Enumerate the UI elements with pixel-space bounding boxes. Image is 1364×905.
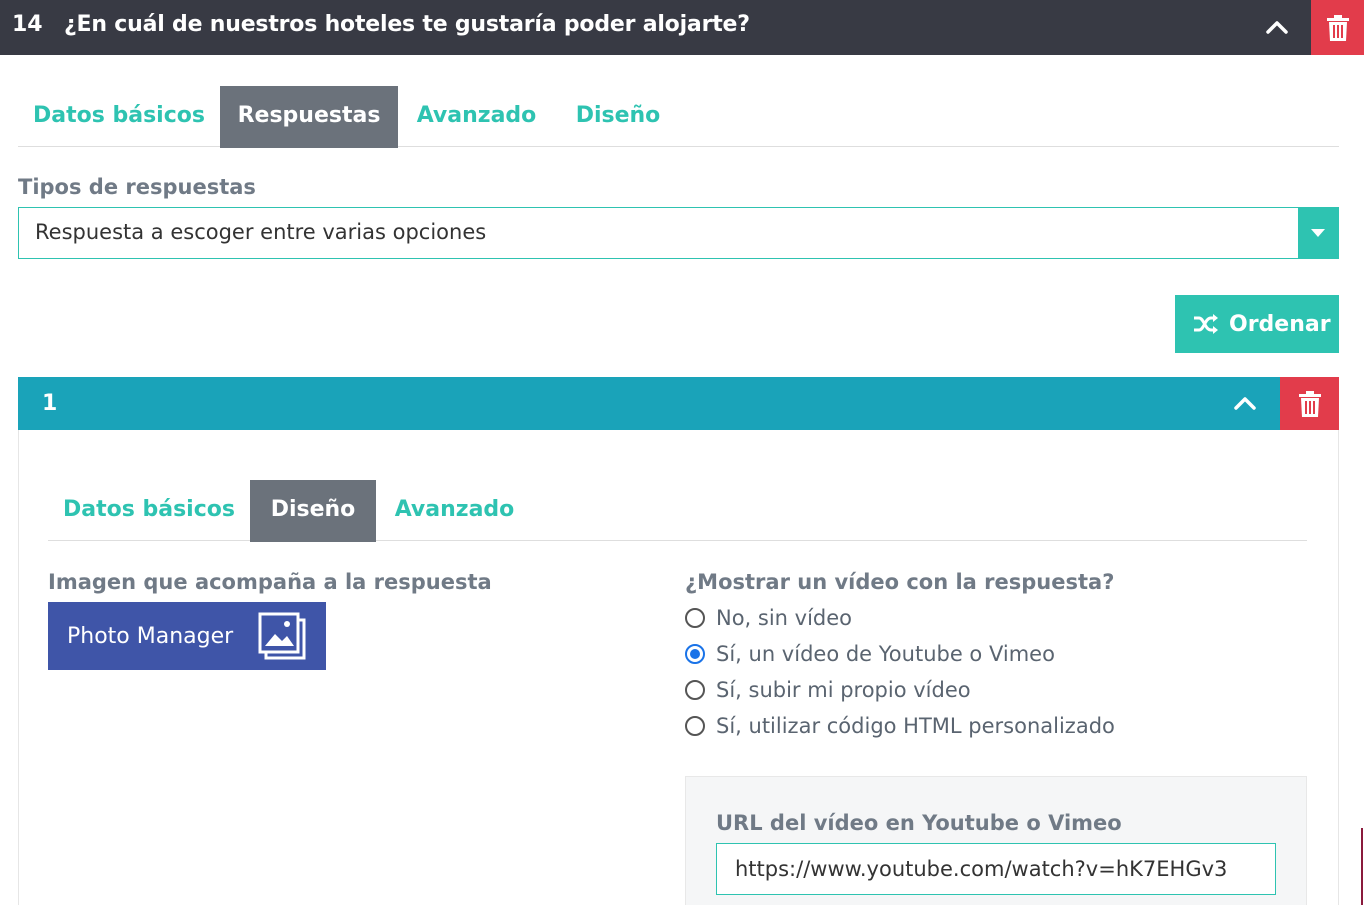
- chevron-up-icon[interactable]: [1230, 388, 1260, 418]
- video-option-label: Sí, subir mi propio vídeo: [716, 678, 971, 702]
- answer-type-value: Respuesta a escoger entre varias opcione…: [35, 220, 487, 244]
- caret-down-icon: [1311, 229, 1325, 237]
- tab-avanzado[interactable]: Avanzado: [398, 86, 555, 148]
- sort-button-label: Ordenar: [1229, 311, 1331, 337]
- images-icon: [258, 612, 306, 660]
- video-url-input[interactable]: [716, 843, 1276, 895]
- video-option-label: Sí, un vídeo de Youtube o Vimeo: [716, 642, 1055, 666]
- image-label: Imagen que acompaña a la respuesta: [48, 570, 492, 594]
- answer-type-select[interactable]: Respuesta a escoger entre varias opcione…: [18, 207, 1339, 259]
- radio-button[interactable]: [685, 716, 705, 736]
- answer-header: 1: [18, 377, 1339, 430]
- delete-answer-button[interactable]: [1280, 377, 1339, 430]
- question-tabs: Datos básicos Respuestas Avanzado Diseño: [18, 86, 1339, 148]
- trash-icon: [1326, 14, 1349, 41]
- delete-question-button[interactable]: [1311, 0, 1364, 55]
- video-url-label: URL del vídeo en Youtube o Vimeo: [716, 811, 1122, 835]
- video-option-none[interactable]: No, sin vídeo: [685, 604, 852, 632]
- answer-type-label: Tipos de respuestas: [18, 175, 256, 199]
- shuffle-icon: [1194, 314, 1218, 334]
- radio-button-selected[interactable]: [685, 644, 705, 664]
- edge-divider: [1361, 828, 1363, 905]
- radio-button[interactable]: [685, 680, 705, 700]
- photo-manager-label: Photo Manager: [67, 623, 234, 649]
- dropdown-arrow[interactable]: [1298, 208, 1338, 258]
- tab-diseno[interactable]: Diseño: [250, 480, 376, 542]
- tab-respuestas[interactable]: Respuestas: [220, 86, 398, 148]
- radio-button[interactable]: [685, 608, 705, 628]
- tab-avanzado[interactable]: Avanzado: [376, 480, 533, 542]
- chevron-up-icon[interactable]: [1262, 12, 1292, 42]
- question-number: 14: [12, 12, 43, 37]
- trash-icon: [1298, 390, 1321, 417]
- photo-manager-button[interactable]: Photo Manager: [48, 602, 326, 670]
- tab-datos-basicos[interactable]: Datos básicos: [48, 480, 250, 542]
- video-option-label: Sí, utilizar código HTML personalizado: [716, 714, 1115, 738]
- question-title: ¿En cuál de nuestros hoteles te gustaría…: [64, 12, 750, 37]
- video-option-html[interactable]: Sí, utilizar código HTML personalizado: [685, 712, 1115, 740]
- sort-button[interactable]: Ordenar: [1175, 295, 1339, 353]
- answer-number: 1: [42, 391, 58, 416]
- tab-datos-basicos[interactable]: Datos básicos: [18, 86, 220, 148]
- video-option-label: No, sin vídeo: [716, 606, 853, 630]
- video-option-upload[interactable]: Sí, subir mi propio vídeo: [685, 676, 971, 704]
- answer-tabs: Datos básicos Diseño Avanzado: [48, 480, 1307, 542]
- question-header: 14 ¿En cuál de nuestros hoteles te gusta…: [0, 0, 1364, 55]
- video-option-youtube[interactable]: Sí, un vídeo de Youtube o Vimeo: [685, 640, 1055, 668]
- tab-diseno[interactable]: Diseño: [555, 86, 681, 148]
- video-question-label: ¿Mostrar un vídeo con la respuesta?: [685, 570, 1115, 594]
